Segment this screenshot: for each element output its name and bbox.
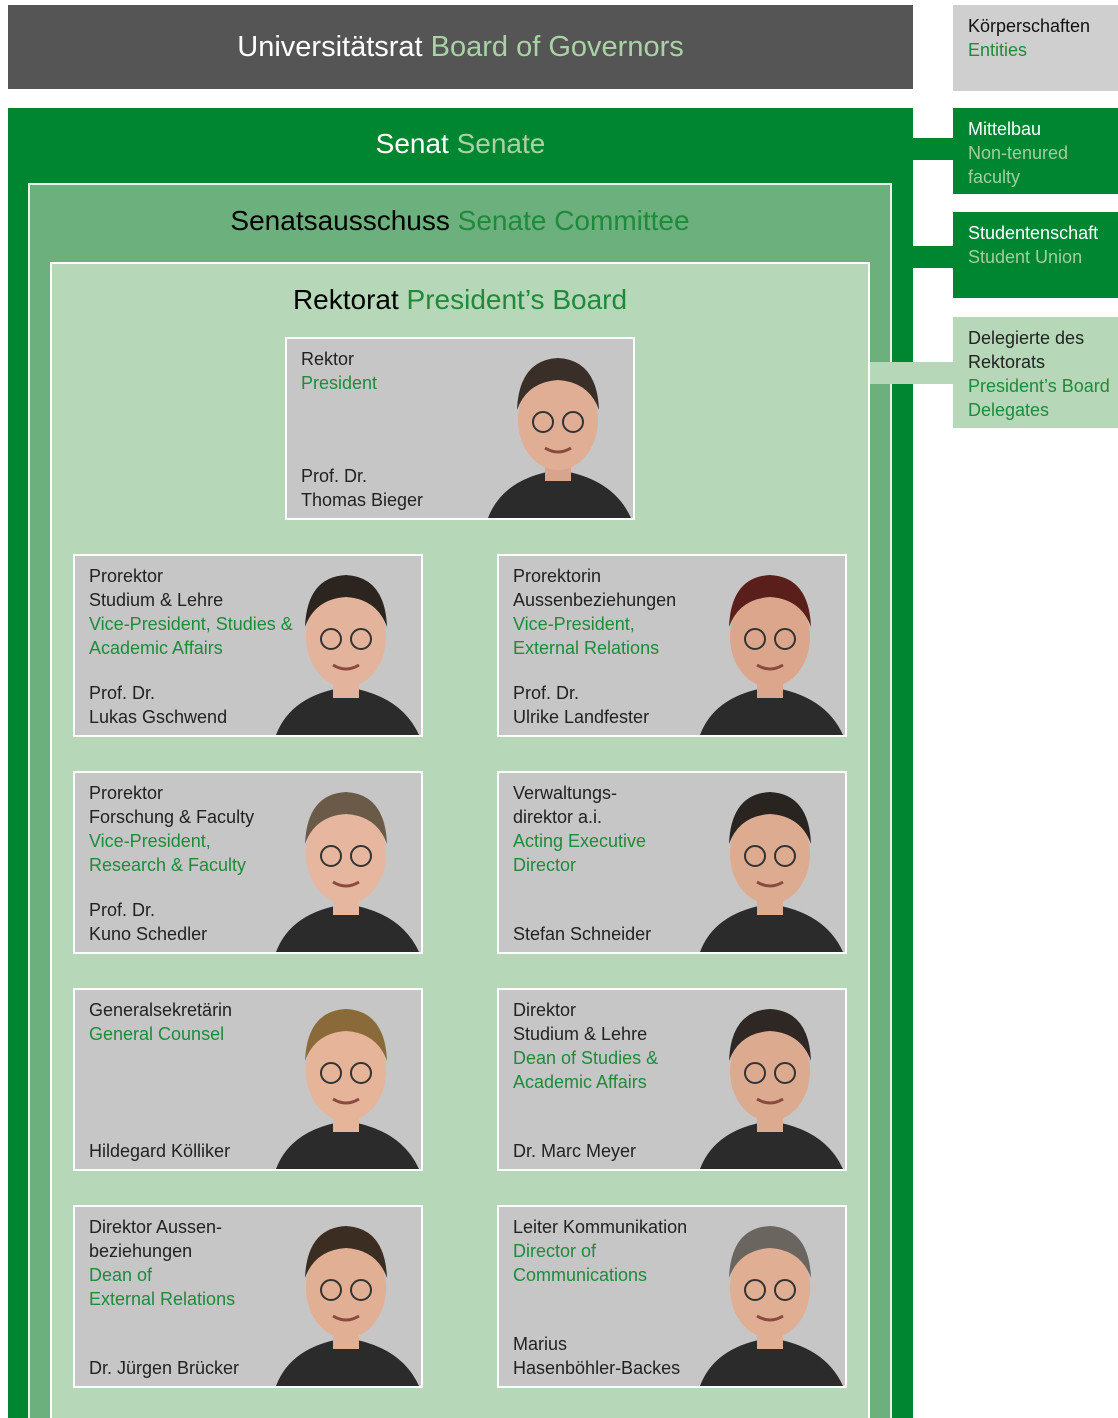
- card-role-en: Vice-President, Research & Faculty: [89, 831, 247, 875]
- card-role-de: Direktor Studium & Lehre: [513, 1000, 648, 1044]
- side-entities-en: Entities: [968, 40, 1028, 60]
- side-mittelbau-de: Mittelbau: [968, 119, 1042, 139]
- side-student-en: Student Union: [968, 247, 1083, 267]
- card-name: Prof. Dr. Lukas Gschwend: [89, 683, 228, 727]
- card-role-de: Prorektor Forschung & Faculty: [89, 783, 255, 827]
- portrait-photo-icon: [276, 1226, 419, 1386]
- senate-title: Senat Senate: [8, 122, 913, 166]
- card-role-de: Verwaltungs- direktor a.i.: [513, 783, 618, 827]
- card-role-en: General Counsel: [89, 1024, 225, 1044]
- side-student-union-box: Studentenschaft Student Union: [953, 212, 1118, 298]
- card-role-en: Director of Communications: [513, 1241, 648, 1285]
- member-card: Leiter Kommunikation Director of Communic…: [497, 1205, 847, 1388]
- rektorat-title: Rektorat President’s Board: [50, 280, 870, 320]
- portrait-photo-icon: [700, 1009, 843, 1169]
- card-role-en: President: [301, 373, 378, 393]
- portrait-photo-icon: [700, 575, 843, 735]
- member-card: Verwaltungs- direktor a.i. Acting Executi…: [497, 771, 847, 954]
- committee-title: Senatsausschuss Senate Committee: [28, 199, 892, 243]
- board-title-en: Board of Governors: [430, 30, 684, 63]
- board-of-governors-box: Universitätsrat Board of Governors: [8, 5, 913, 89]
- card-role-de: Prorektor Studium & Lehre: [89, 566, 224, 610]
- rektorat-title-en: President’s Board: [406, 284, 628, 315]
- card-role-en: Dean of Studies & Academic Affairs: [513, 1048, 659, 1092]
- portrait-photo-icon: [488, 358, 631, 518]
- card-name: Prof. Dr. Thomas Bieger: [301, 466, 424, 510]
- rektorat-title-de: Rektorat: [292, 284, 399, 315]
- card-role-de: Direktor Aussen- beziehungen: [89, 1217, 223, 1261]
- senate-title-de: Senat: [375, 128, 449, 159]
- member-card: Prorektorin Aussenbeziehungen Vice-Presid…: [497, 554, 847, 737]
- member-card: Direktor Studium & Lehre Dean of Studies …: [497, 988, 847, 1171]
- committee-title-de: Senatsausschuss: [230, 205, 450, 236]
- side-mittelbau-box: Mittelbau Non-tenured faculty: [953, 108, 1118, 194]
- card-role-de: Leiter Kommunikation: [513, 1217, 688, 1237]
- senate-title-en: Senate: [456, 128, 546, 159]
- portrait-photo-icon: [276, 792, 419, 952]
- portrait-photo-icon: [700, 792, 843, 952]
- card-name: Dr. Marc Meyer: [513, 1141, 637, 1161]
- member-card: Direktor Aussen- beziehungen Dean of Exte…: [73, 1205, 423, 1388]
- card-role-de: Rektor: [301, 349, 355, 369]
- board-title-de: Universitätsrat: [237, 30, 423, 63]
- side-delegates-box: Delegierte des Rektorats President’s Boa…: [953, 317, 1118, 428]
- side-delegates-en: President’s Board Delegates: [968, 376, 1110, 420]
- side-entities-box: Körperschaften Entities: [953, 5, 1118, 91]
- portrait-photo-icon: [276, 575, 419, 735]
- card-name: Prof. Dr. Ulrike Landfester: [513, 683, 650, 727]
- card-role-en: Acting Executive Director: [513, 831, 647, 875]
- card-role-de: Generalsekretärin: [89, 1000, 233, 1020]
- card-role-en: Dean of External Relations: [89, 1265, 236, 1309]
- card-name: Stefan Schneider: [513, 924, 652, 944]
- connector-mittelbau: [913, 138, 953, 160]
- member-card: Generalsekretärin General Counsel Hildegar…: [73, 988, 423, 1171]
- card-role-en: Vice-President, Studies & Academic Affai…: [89, 614, 293, 658]
- portrait-photo-icon: [700, 1226, 843, 1386]
- connector-student-union: [913, 246, 953, 268]
- side-mittelbau-en: Non-tenured faculty: [968, 143, 1069, 187]
- card-name: Prof. Dr. Kuno Schedler: [89, 900, 208, 944]
- member-card: Prorektor Studium & Lehre Vice-President,…: [73, 554, 423, 737]
- side-entities-de: Körperschaften: [968, 16, 1091, 36]
- side-student-de: Studentenschaft: [968, 223, 1099, 243]
- connector-delegates: [870, 362, 953, 384]
- committee-title-en: Senate Committee: [457, 205, 690, 236]
- portrait-photo-icon: [276, 1009, 419, 1169]
- card-name: Dr. Jürgen Brücker: [89, 1358, 240, 1378]
- card-name: Marius Hasenböhler-Backes: [513, 1334, 681, 1378]
- card-role-en: Vice-President, External Relations: [513, 614, 660, 658]
- card-name: Hildegard Kölliker: [89, 1141, 231, 1161]
- president-card: Rektor President Prof. Dr. Thomas Bieger: [285, 337, 635, 520]
- member-card: Prorektor Forschung & Faculty Vice-Presid…: [73, 771, 423, 954]
- side-delegates-de: Delegierte des Rektorats: [968, 328, 1085, 372]
- card-role-de: Prorektorin Aussenbeziehungen: [513, 566, 677, 610]
